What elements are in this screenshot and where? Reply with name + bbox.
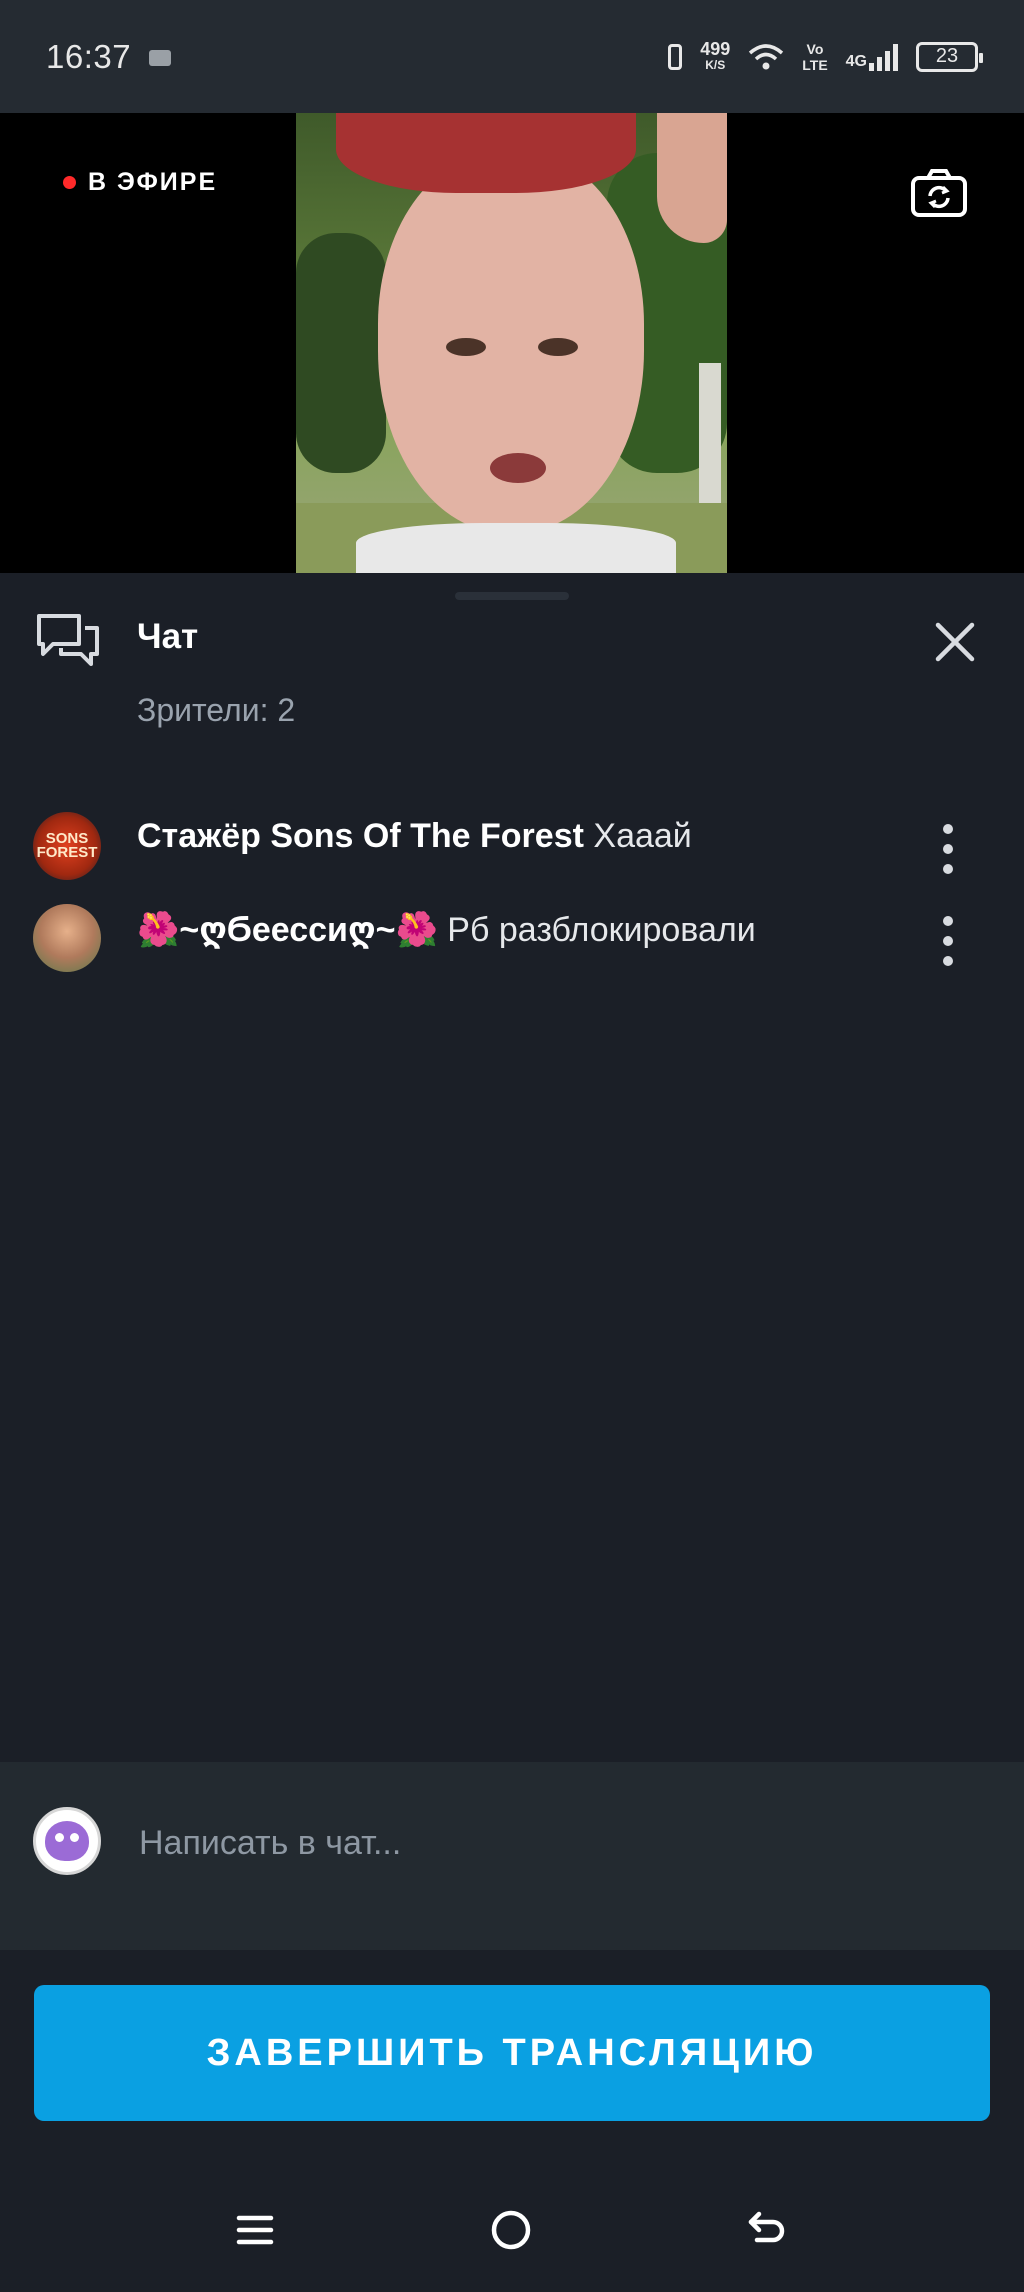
chat-bubbles-icon xyxy=(37,614,99,666)
camera-feed xyxy=(296,113,727,573)
system-nav-bar xyxy=(0,2160,1024,2292)
message-text: Хааай xyxy=(593,817,692,855)
viewers-count: Зрители: 2 xyxy=(137,692,296,728)
status-bar: 16:37 499 K/S Vo LTE 4G 23 xyxy=(0,0,1024,113)
drag-handle[interactable] xyxy=(455,592,569,600)
live-label: В ЭФИРЕ xyxy=(88,168,218,196)
more-vertical-icon[interactable] xyxy=(942,824,954,874)
status-icons: 499 K/S Vo LTE 4G 23 xyxy=(668,38,983,73)
battery-icon: 23 xyxy=(916,41,983,72)
avatar[interactable]: SONS FOREST xyxy=(33,812,101,880)
message-body: Стажёр Sons Of The Forest Хааай xyxy=(137,808,917,864)
camera-switch-icon[interactable] xyxy=(910,168,968,218)
chat-input[interactable] xyxy=(137,1812,961,1874)
chat-title: Чат xyxy=(137,617,199,656)
menu-icon[interactable] xyxy=(225,2200,285,2260)
vibrate-icon xyxy=(668,43,683,70)
message-author[interactable]: 🌺~ღϬеессиღ~🌺 xyxy=(137,911,438,949)
message-body: 🌺~ღϬеессиღ~🌺 Рб разблокировали xyxy=(137,902,917,958)
end-broadcast-button[interactable]: ЗАВЕРШИТЬ ТРАНСЛЯЦИЮ xyxy=(34,1985,990,2121)
chat-input-bar xyxy=(0,1762,1024,1950)
wifi-icon xyxy=(749,43,784,69)
more-vertical-icon[interactable] xyxy=(942,916,954,966)
cell-signal: 4G xyxy=(846,43,898,71)
avatar[interactable] xyxy=(33,904,101,972)
video-preview[interactable]: В ЭФИРЕ xyxy=(0,113,1024,573)
network-speed: 499 K/S xyxy=(700,38,731,72)
message-author[interactable]: Стажёр Sons Of The Forest xyxy=(137,817,584,855)
status-time: 16:37 xyxy=(46,37,132,75)
back-icon[interactable] xyxy=(737,2200,797,2260)
home-icon[interactable] xyxy=(481,2200,541,2260)
camera-notification-icon xyxy=(149,49,172,66)
live-badge: В ЭФИРЕ xyxy=(63,168,217,197)
live-dot-icon xyxy=(63,176,76,189)
my-avatar xyxy=(33,1807,101,1875)
signal-bars-icon xyxy=(869,43,898,71)
close-icon[interactable] xyxy=(930,617,980,667)
volte-icon: Vo LTE xyxy=(802,40,828,73)
message-text: Рб разблокировали xyxy=(447,911,756,949)
